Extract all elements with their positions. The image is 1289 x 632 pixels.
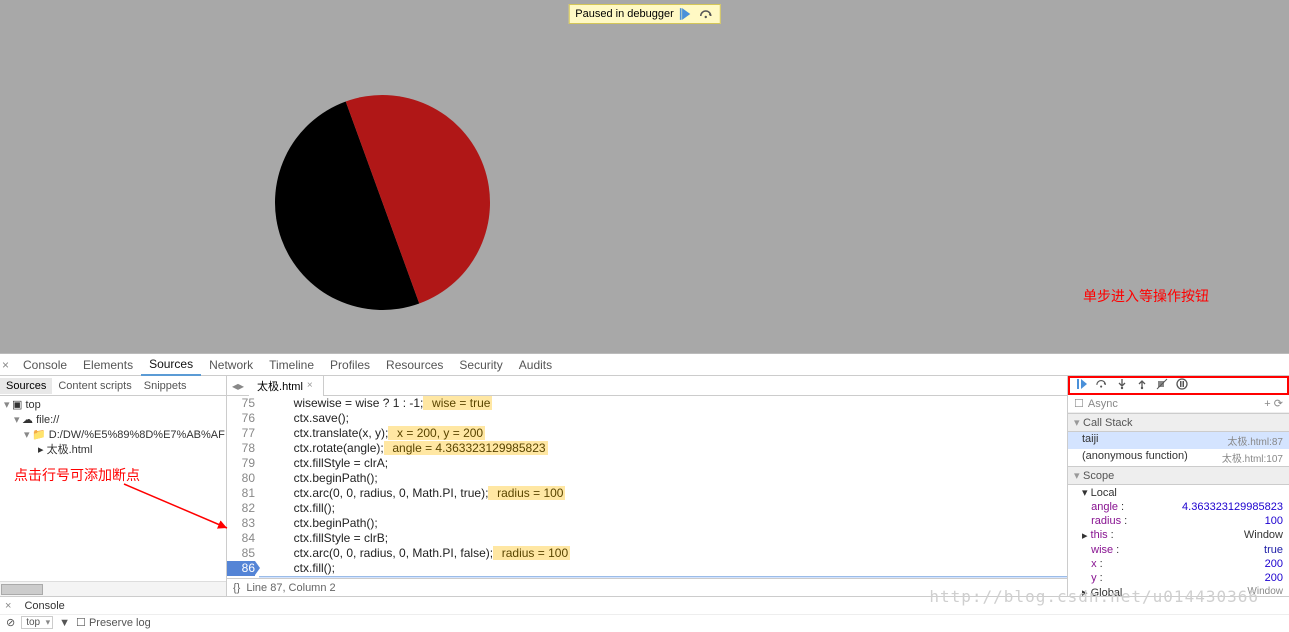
nav-tab-sources[interactable]: Sources (0, 378, 52, 394)
debugger-sidebar: ☐Async + ⟳ ▾Call Stack taiji太极.html:87 (… (1067, 376, 1289, 596)
tab-elements[interactable]: Elements (75, 355, 141, 375)
devtools-tabbar: × Console Elements Sources Network Timel… (0, 354, 1289, 376)
resume-button[interactable] (1076, 378, 1088, 393)
scope-var: wise:true (1068, 543, 1289, 557)
pause-text: Paused in debugger (575, 8, 673, 20)
tab-console[interactable]: Console (15, 355, 75, 375)
code-editor: ◂▸ 太极.html × 757677787980818283848586878… (227, 376, 1067, 596)
horizontal-scrollbar[interactable] (0, 581, 226, 596)
file-navigator: Sources Content scripts Snippets ▾▣ top … (0, 376, 227, 596)
tab-network[interactable]: Network (201, 355, 261, 375)
tab-list-icon[interactable]: ◂▸ (227, 379, 249, 393)
step-over-button[interactable] (1096, 378, 1108, 393)
taiji-circle (275, 95, 490, 310)
step-over-icon[interactable] (700, 7, 714, 21)
stack-frame[interactable]: taiji太极.html:87 (1068, 432, 1289, 449)
annotation-breakpoint: 点击行号可添加断点 (14, 465, 140, 485)
step-into-button[interactable] (1116, 378, 1128, 393)
line-gutter[interactable]: 7576777879808182838485868788 (227, 396, 259, 578)
editor-status: {} Line 87, Column 2 (227, 578, 1067, 596)
open-file-tabs: ◂▸ 太极.html × (227, 376, 1067, 396)
tab-security[interactable]: Security (451, 355, 510, 375)
scope-header[interactable]: ▾Scope (1068, 466, 1289, 485)
refresh-icon[interactable]: ⟳ (1274, 398, 1283, 410)
scope-var: x:200 (1068, 557, 1289, 571)
drawer-close-icon[interactable]: × (0, 600, 16, 612)
nav-tab-snippets[interactable]: Snippets (138, 378, 193, 394)
nav-tab-content-scripts[interactable]: Content scripts (52, 378, 137, 394)
scope-global[interactable]: ▸ GlobalWindow (1068, 585, 1289, 596)
deactivate-breakpoints-button[interactable] (1156, 378, 1168, 393)
scope-var: ▸ this:Window (1068, 528, 1289, 543)
debugger-pause-banner: Paused in debugger (568, 4, 720, 24)
tab-sources[interactable]: Sources (141, 354, 201, 376)
file-tab[interactable]: 太极.html × (249, 376, 324, 396)
devtools-panel: × Console Elements Sources Network Timel… (0, 353, 1289, 632)
resume-icon[interactable] (680, 7, 694, 21)
scope-var: radius:100 (1068, 514, 1289, 528)
scope-var: y:200 (1068, 571, 1289, 585)
console-drawer-tab[interactable]: Console (16, 599, 72, 613)
step-out-button[interactable] (1136, 378, 1148, 393)
file-node[interactable]: 太极.html (47, 444, 93, 456)
code-body[interactable]: 7576777879808182838485868788 wisewise = … (227, 396, 1067, 578)
code-lines[interactable]: wisewise = wise ? 1 : -1; wise = true ct… (259, 396, 1067, 578)
context-selector[interactable]: top (21, 616, 53, 629)
tab-timeline[interactable]: Timeline (261, 355, 322, 375)
devtools-main: Sources Content scripts Snippets ▾▣ top … (0, 376, 1289, 596)
annotation-step-controls: 单步进入等操作按钮 (1083, 286, 1209, 306)
pause-on-exceptions-button[interactable] (1176, 378, 1188, 393)
async-row: ☐Async + ⟳ (1068, 395, 1289, 413)
braces-icon[interactable]: {} (233, 582, 240, 594)
scope-local[interactable]: ▾ Local (1068, 485, 1289, 500)
clear-console-icon[interactable]: ⊘ (6, 616, 15, 629)
scope-var: angle:4.363323129985823 (1068, 500, 1289, 514)
file-tree[interactable]: ▾▣ top ▾☁ file:// ▾📁 D:/DW/%E5%89%8D%E7%… (0, 396, 226, 581)
close-devtools-icon[interactable]: × (2, 358, 9, 372)
add-watch-icon[interactable]: + (1264, 398, 1270, 410)
console-drawer: × Console ⊘ top ▼ ☐ Preserve log (0, 596, 1289, 632)
tab-profiles[interactable]: Profiles (322, 355, 378, 375)
navigator-tabs: Sources Content scripts Snippets (0, 376, 226, 396)
tab-resources[interactable]: Resources (378, 355, 451, 375)
close-tab-icon[interactable]: × (307, 380, 313, 391)
tab-audits[interactable]: Audits (511, 355, 560, 375)
call-stack-header[interactable]: ▾Call Stack (1068, 413, 1289, 432)
filter-icon[interactable]: ▼ (59, 617, 70, 629)
debug-controls-bar (1068, 376, 1289, 395)
stack-frame[interactable]: (anonymous function)太极.html:107 (1068, 449, 1289, 466)
